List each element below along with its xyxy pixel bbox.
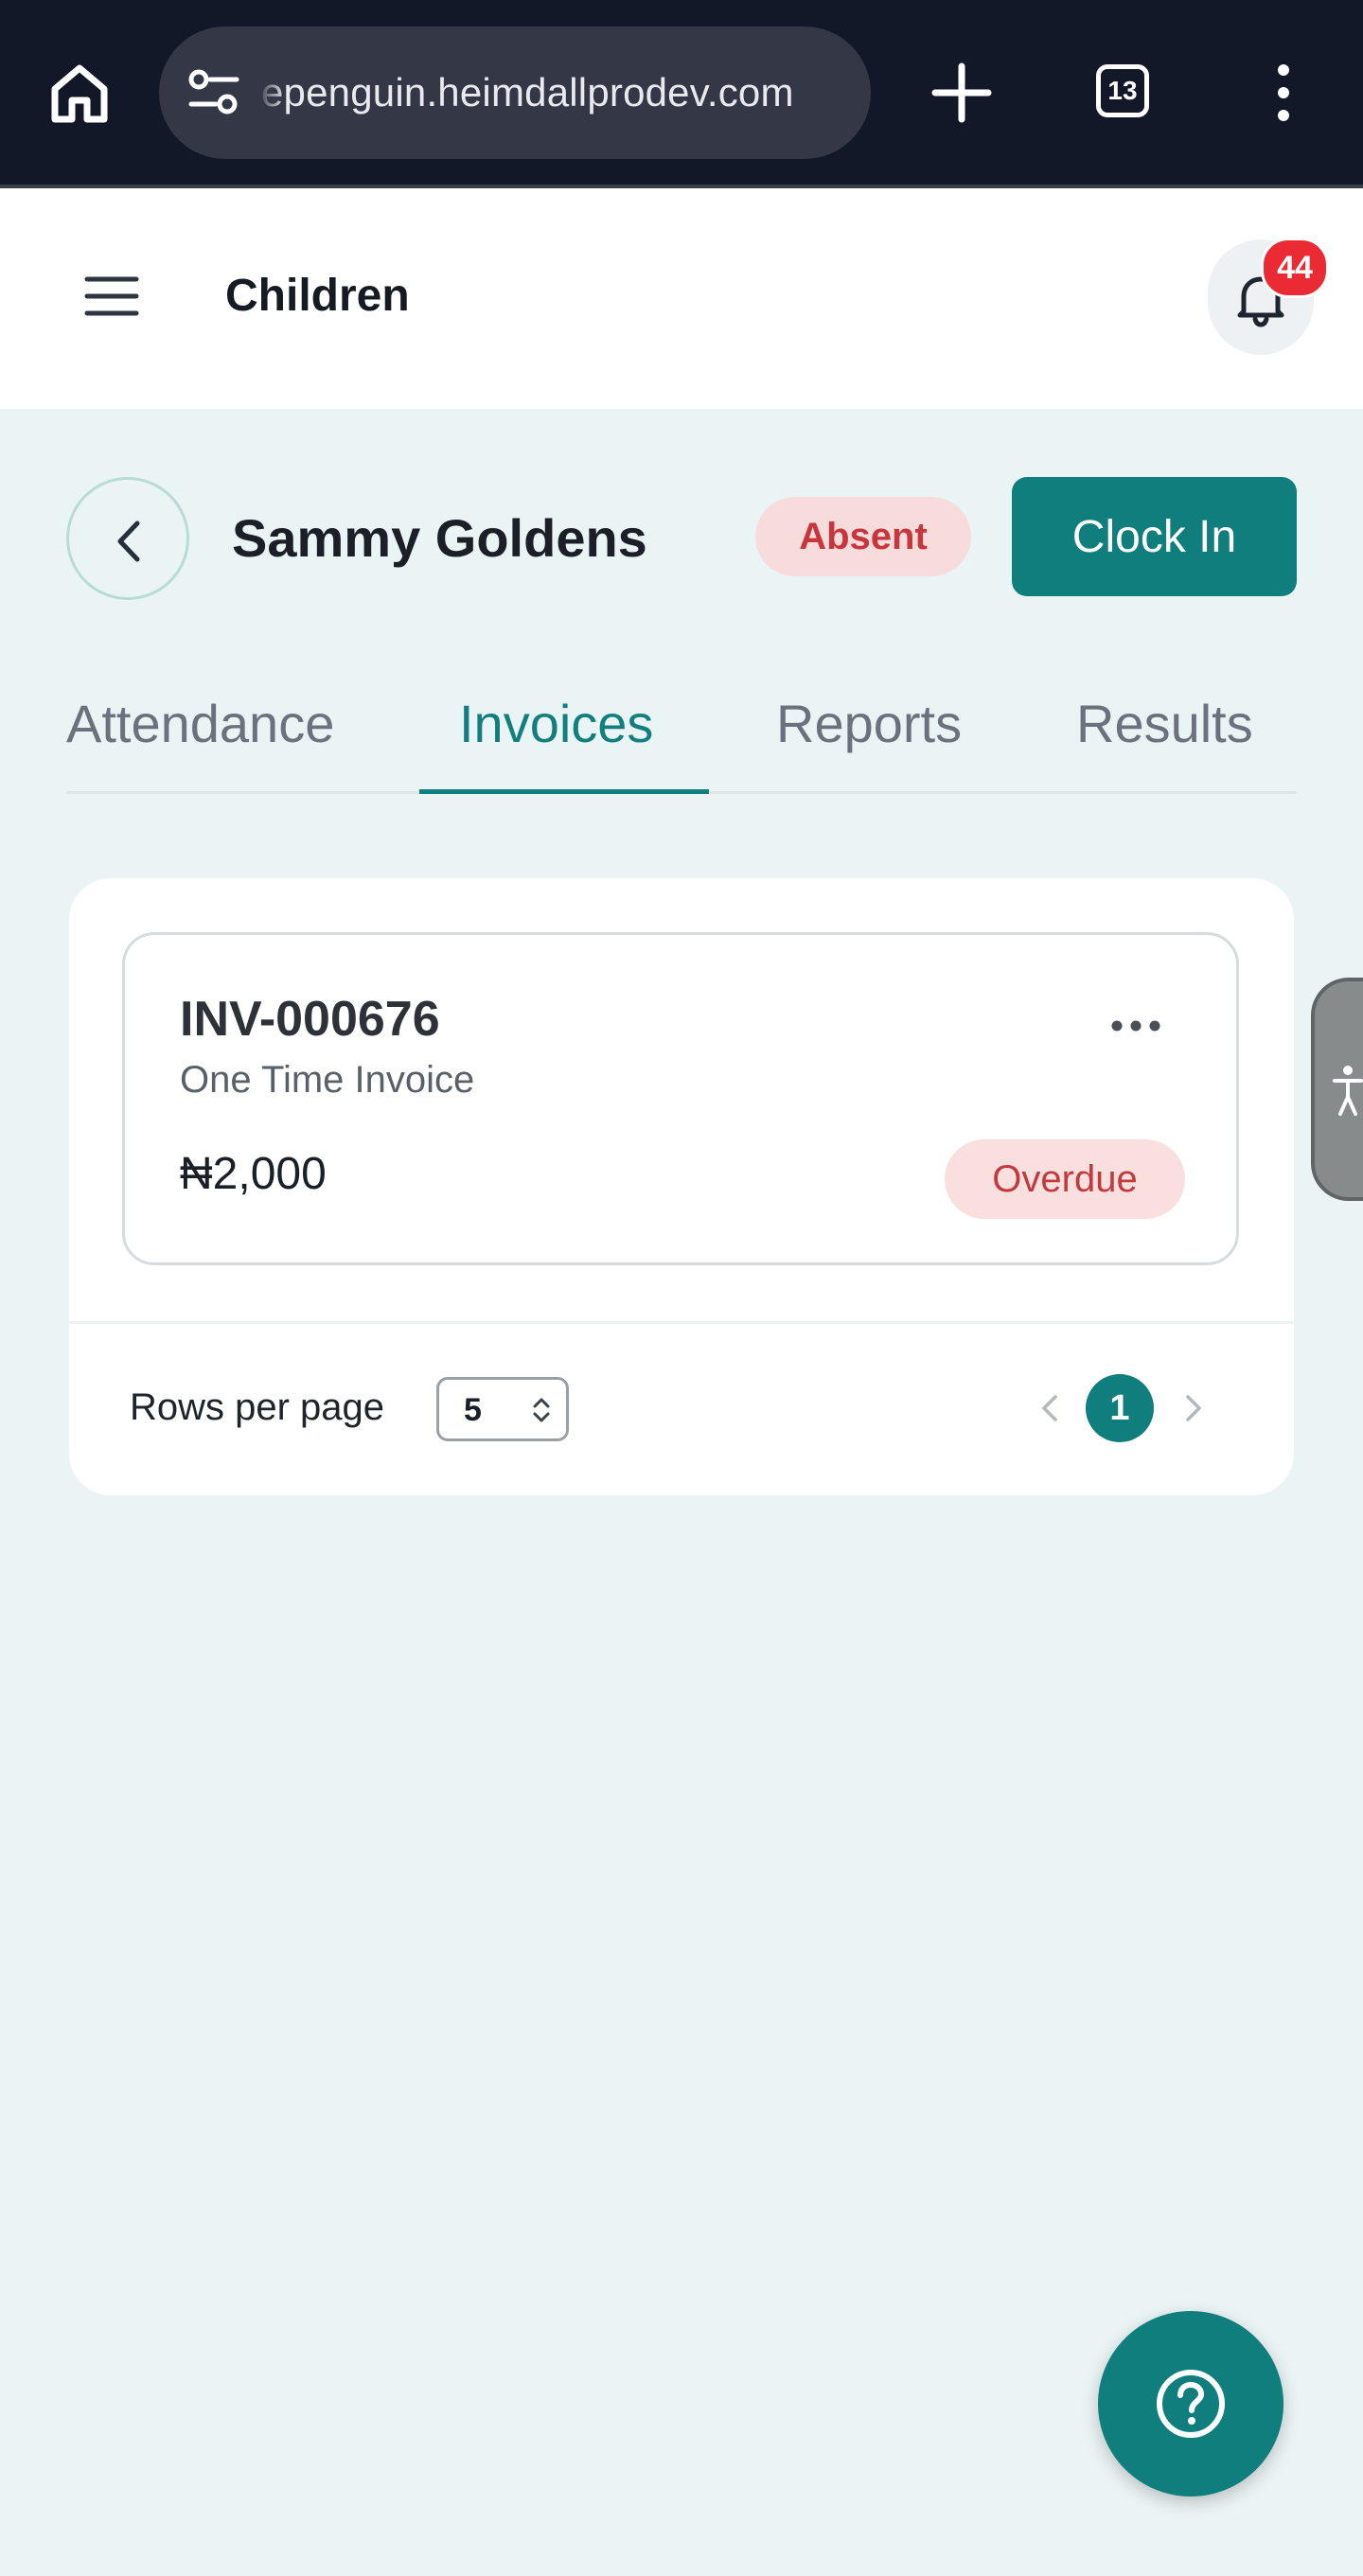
invoice-status-badge: Overdue bbox=[945, 1139, 1185, 1219]
chevron-left-icon bbox=[117, 520, 140, 562]
accessibility-icon bbox=[1333, 1066, 1363, 1116]
browser-toolbar: epenguin.heimdallprodev.com 13 bbox=[0, 0, 1363, 186]
accessibility-button[interactable] bbox=[1311, 978, 1363, 1201]
invoice-number: INV-000676 bbox=[180, 992, 440, 1047]
attendance-status-badge: Absent bbox=[755, 497, 971, 576]
page-number-current[interactable]: 1 bbox=[1086, 1374, 1154, 1442]
app-header: Children 44 bbox=[0, 188, 1363, 409]
invoice-card[interactable]: INV-000676 One Time Invoice ₦2,000 Overd… bbox=[122, 932, 1239, 1265]
invoices-panel: INV-000676 One Time Invoice ₦2,000 Overd… bbox=[69, 878, 1294, 1495]
more-horizontal-icon[interactable] bbox=[1109, 1015, 1162, 1037]
previous-page-button[interactable] bbox=[1038, 1389, 1061, 1427]
url-fade bbox=[257, 61, 286, 125]
address-bar[interactable]: epenguin.heimdallprodev.com bbox=[159, 26, 871, 159]
plus-icon[interactable] bbox=[928, 59, 996, 127]
tab-attendance[interactable]: Attendance bbox=[66, 691, 334, 757]
rows-per-page-select[interactable]: 5 bbox=[436, 1377, 569, 1441]
invoice-amount: ₦2,000 bbox=[180, 1149, 327, 1199]
notifications-button[interactable]: 44 bbox=[1208, 238, 1329, 355]
next-page-button[interactable] bbox=[1182, 1389, 1205, 1427]
back-button[interactable] bbox=[66, 477, 189, 600]
page-title: Children bbox=[225, 271, 410, 321]
panel-divider bbox=[69, 1321, 1294, 1324]
help-button[interactable] bbox=[1098, 2311, 1283, 2497]
rows-per-page-label: Rows per page bbox=[130, 1386, 385, 1428]
chevron-right-icon bbox=[1186, 1395, 1201, 1421]
url-text[interactable]: epenguin.heimdallprodev.com bbox=[261, 68, 858, 117]
kebab-icon[interactable] bbox=[1266, 62, 1301, 123]
tab-results[interactable]: Results bbox=[1076, 691, 1253, 757]
hamburger-icon[interactable] bbox=[83, 273, 140, 319]
site-settings-icon[interactable] bbox=[187, 68, 240, 117]
tab-switcher-button[interactable]: 13 bbox=[1096, 64, 1149, 117]
invoice-type: One Time Invoice bbox=[180, 1059, 475, 1101]
notification-count-badge: 44 bbox=[1261, 238, 1329, 298]
rows-per-page-value: 5 bbox=[464, 1392, 482, 1428]
clock-in-button[interactable]: Clock In bbox=[1012, 477, 1297, 596]
child-tabs: Attendance Invoices Reports Results bbox=[66, 662, 1297, 795]
help-circle-icon bbox=[1157, 2370, 1225, 2438]
active-tab-indicator bbox=[419, 789, 709, 794]
tab-reports[interactable]: Reports bbox=[776, 691, 962, 757]
tab-invoices[interactable]: Invoices bbox=[459, 691, 653, 757]
select-arrows-icon bbox=[533, 1398, 550, 1422]
chevron-left-icon bbox=[1042, 1395, 1057, 1421]
child-name: Sammy Goldens bbox=[232, 508, 647, 568]
home-icon[interactable] bbox=[45, 59, 114, 127]
